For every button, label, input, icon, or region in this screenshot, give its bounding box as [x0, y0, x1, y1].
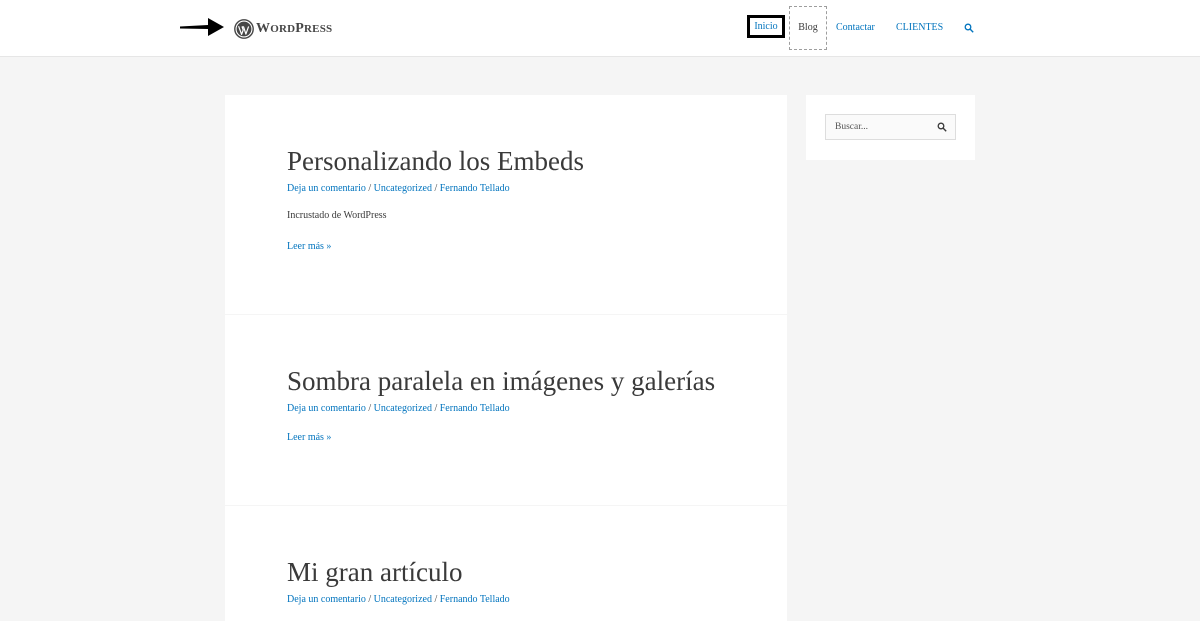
post-card: Sombra paralela en imágenes y galerías D… — [225, 315, 787, 505]
author-link[interactable]: Fernando Tellado — [440, 183, 510, 194]
author-link[interactable]: Fernando Tellado — [440, 403, 510, 414]
post-meta: Deja un comentario / Uncategorized / Fer… — [287, 595, 510, 605]
nav-item-inicio[interactable]: Inicio — [747, 15, 785, 38]
logo-text: WORDPRESS — [256, 21, 333, 36]
post-card: Mi gran artículo Deja un comentario / Un… — [225, 506, 787, 621]
nav-item-contactar[interactable]: Contactar — [836, 23, 875, 33]
post-meta: Deja un comentario / Uncategorized / Fer… — [287, 184, 510, 194]
search-input[interactable] — [826, 115, 932, 139]
post-card: Personalizando los Embeds Deja un coment… — [225, 95, 787, 314]
read-more-link[interactable]: Leer más » — [287, 242, 331, 252]
category-link[interactable]: Uncategorized — [374, 594, 432, 605]
arrow-right-icon — [180, 18, 224, 36]
site-logo[interactable]: WORDPRESS — [234, 18, 332, 40]
post-meta: Deja un comentario / Uncategorized / Fer… — [287, 404, 510, 414]
wordpress-logo-icon — [234, 19, 254, 39]
author-link[interactable]: Fernando Tellado — [440, 594, 510, 605]
nav-item-clientes[interactable]: CLIENTES — [896, 23, 943, 33]
search-icon[interactable] — [937, 122, 947, 132]
search-icon[interactable] — [964, 23, 974, 33]
read-more-link[interactable]: Leer más » — [287, 433, 331, 443]
category-link[interactable]: Uncategorized — [374, 183, 432, 194]
category-link[interactable]: Uncategorized — [374, 403, 432, 414]
nav-item-blog[interactable]: Blog — [789, 6, 827, 50]
search-form — [825, 114, 956, 140]
comment-link[interactable]: Deja un comentario — [287, 403, 366, 414]
comment-link[interactable]: Deja un comentario — [287, 183, 366, 194]
post-title[interactable]: Mi gran artículo — [287, 559, 462, 586]
post-title[interactable]: Sombra paralela en imágenes y galerías — [287, 368, 715, 395]
site-header: WORDPRESS Inicio Blog Contactar CLIENTES — [0, 0, 1200, 57]
comment-link[interactable]: Deja un comentario — [287, 594, 366, 605]
post-title[interactable]: Personalizando los Embeds — [287, 148, 584, 175]
sidebar-search-widget — [806, 95, 975, 160]
post-excerpt: Incrustado de WordPress — [287, 210, 387, 221]
